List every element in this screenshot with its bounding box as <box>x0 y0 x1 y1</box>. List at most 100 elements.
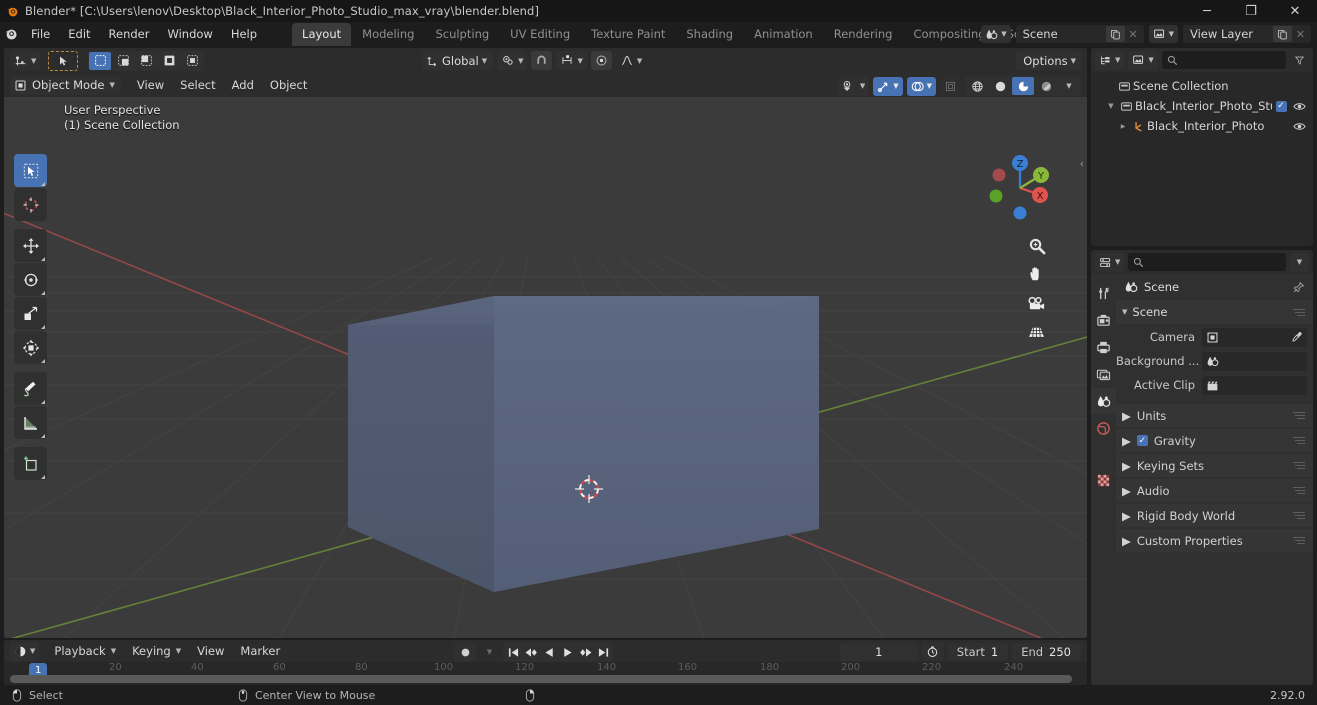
tab-rendering[interactable]: Rendering <box>824 23 903 46</box>
show-overlays-button[interactable]: ▼ <box>906 76 936 96</box>
visibility-eye-icon[interactable] <box>1290 101 1308 112</box>
transform-orientation-button[interactable]: Global ▼ <box>422 51 494 70</box>
viewport-sidebar-toggle[interactable]: ‹ <box>1080 157 1084 170</box>
maximize-button[interactable]: ❐ <box>1229 0 1273 22</box>
jump-to-end-button[interactable] <box>594 643 612 661</box>
snap-settings-button[interactable]: ▼ <box>556 51 587 70</box>
camera-view-button[interactable] <box>1025 292 1047 314</box>
outliner-row-object[interactable]: ▶ Black_Interior_Photo <box>1091 116 1313 136</box>
solid-shading-button[interactable] <box>989 77 1011 95</box>
move-tool[interactable] <box>14 229 47 262</box>
units-panel-header[interactable]: ▶ Units <box>1116 404 1313 427</box>
active-clip-field[interactable] <box>1202 375 1307 395</box>
interaction-mode-button[interactable]: Object Mode ▼ <box>10 75 121 95</box>
previous-keyframe-button[interactable] <box>522 643 540 661</box>
camera-field[interactable] <box>1202 327 1307 347</box>
tab-shading[interactable]: Shading <box>676 23 743 46</box>
outliner-tree[interactable]: Scene Collection ▼ Black_Interior_Photo_… <box>1091 72 1313 246</box>
scene-browse-button[interactable]: ▼ <box>981 25 1011 43</box>
properties-search-input[interactable] <box>1128 253 1286 271</box>
tab-tool[interactable] <box>1091 280 1116 306</box>
viewport-menu-select[interactable]: Select <box>172 75 223 95</box>
auto-keying-options-button[interactable]: ▼ <box>480 643 499 662</box>
viewlayer-name-field[interactable]: View Layer ✕ <box>1183 25 1311 43</box>
timeline-menu-keying[interactable]: Keying ▼ <box>124 641 189 661</box>
viewport-canvas[interactable]: User Perspective (1) Scene Collection Z … <box>4 97 1087 638</box>
tab-texture-paint[interactable]: Texture Paint <box>581 23 675 46</box>
outliner-search-input[interactable] <box>1161 51 1286 69</box>
select-subtract-button[interactable] <box>135 52 157 70</box>
select-set-button[interactable] <box>89 51 112 70</box>
proportional-editing-button[interactable] <box>590 51 612 70</box>
tab-modeling[interactable]: Modeling <box>352 23 424 46</box>
toggle-perspective-button[interactable] <box>1025 321 1047 343</box>
unlink-scene-icon[interactable]: ✕ <box>1125 26 1142 42</box>
scale-tool[interactable] <box>14 297 47 330</box>
pivot-point-button[interactable]: ▼ <box>497 51 528 70</box>
material-preview-shading-button[interactable] <box>1012 77 1034 95</box>
auto-keying-button[interactable] <box>454 642 476 662</box>
properties-editor-type-button[interactable]: ▼ <box>1095 252 1125 272</box>
gravity-panel-header[interactable]: ▶ ✓ Gravity <box>1116 429 1313 452</box>
outliner-row-scene-collection[interactable]: Scene Collection <box>1091 76 1313 96</box>
viewport-menu-object[interactable]: Object <box>262 75 315 95</box>
rotate-tool[interactable] <box>14 263 47 296</box>
rigid-body-world-panel-header[interactable]: ▶ Rigid Body World <box>1116 504 1313 527</box>
current-frame-field[interactable]: 1 <box>839 642 918 661</box>
new-viewlayer-icon[interactable] <box>1273 26 1292 42</box>
select-box-tool[interactable] <box>14 154 47 187</box>
menu-file[interactable]: File <box>22 24 59 44</box>
transform-tool[interactable] <box>14 331 47 364</box>
tab-texture[interactable] <box>1091 467 1116 493</box>
timeline-editor-type-button[interactable]: ▼ <box>10 641 40 661</box>
wireframe-shading-button[interactable] <box>966 77 988 95</box>
viewlayer-browse-button[interactable]: ▼ <box>1148 25 1178 43</box>
tab-animation[interactable]: Animation <box>744 23 823 46</box>
new-scene-icon[interactable] <box>1105 26 1125 42</box>
outliner-editor-type-button[interactable]: ▼ <box>1095 50 1125 70</box>
disclosure-triangle[interactable]: ▶ <box>1117 123 1129 130</box>
blender-menu-icon[interactable] <box>0 27 22 41</box>
active-tool-indicator[interactable] <box>48 50 79 71</box>
timeline-editor[interactable]: ▼ Playback ▼ Keying ▼ View Marker ▼ 1 St… <box>4 640 1087 685</box>
outliner-display-mode-button[interactable]: ▼ <box>1128 50 1158 70</box>
tab-view-layer[interactable] <box>1091 361 1116 387</box>
editor-type-button[interactable]: ▼ <box>10 51 41 70</box>
menu-render[interactable]: Render <box>100 24 159 44</box>
add-cube-tool[interactable] <box>14 447 47 480</box>
pan-view-button[interactable] <box>1025 263 1047 285</box>
view-axis-gizmo[interactable]: Z X Y <box>981 149 1059 227</box>
custom-properties-panel-header[interactable]: ▶ Custom Properties <box>1116 529 1313 552</box>
timeline-menu-view[interactable]: View <box>189 641 232 661</box>
tab-sculpting[interactable]: Sculpting <box>425 23 499 46</box>
proportional-falloff-button[interactable]: ▼ <box>616 51 646 70</box>
end-frame-field[interactable]: End 250 <box>1012 642 1081 661</box>
3d-viewport[interactable]: ▼ Global ▼ ▼ ▼ ▼ Options ▼ Object Mode ▼… <box>4 48 1087 638</box>
visibility-eye-icon[interactable] <box>1290 121 1308 132</box>
zoom-view-button[interactable] <box>1025 234 1047 256</box>
jump-to-start-button[interactable] <box>504 643 522 661</box>
menu-help[interactable]: Help <box>222 24 266 44</box>
select-intersect-button[interactable] <box>181 52 203 70</box>
tab-layout[interactable]: Layout <box>292 22 352 46</box>
outliner-row-collection[interactable]: ▼ Black_Interior_Photo_Stu ✓ <box>1091 96 1313 116</box>
next-keyframe-button[interactable] <box>576 643 594 661</box>
timeline-horizontal-scrollbar[interactable] <box>10 675 1072 683</box>
outliner-filter-button[interactable] <box>1290 51 1309 70</box>
properties-editor[interactable]: ▼ ▼ Scene ▼ Scene Camera Background ... … <box>1091 250 1313 685</box>
outliner-editor[interactable]: ▼ ▼ Scene Collection ▼ Black_Interior_Ph… <box>1091 48 1313 246</box>
viewport-menu-add[interactable]: Add <box>224 75 262 95</box>
timeline-ruler[interactable]: 20 40 60 80 100 120 140 160 180 200 220 … <box>4 662 1087 685</box>
properties-options-button[interactable]: ▼ <box>1290 252 1309 272</box>
play-reverse-button[interactable] <box>540 643 558 661</box>
cursor-tool[interactable] <box>14 188 47 221</box>
tab-scene[interactable] <box>1091 388 1116 414</box>
gravity-checkbox[interactable]: ✓ <box>1136 435 1148 446</box>
timeline-menu-playback[interactable]: Playback ▼ <box>46 641 124 661</box>
timeline-menu-marker[interactable]: Marker <box>232 641 288 661</box>
annotate-tool[interactable] <box>14 372 47 405</box>
object-visibility-button[interactable]: ▼ <box>837 76 870 96</box>
rendered-shading-button[interactable] <box>1035 77 1057 95</box>
scene-panel-header[interactable]: ▼ Scene <box>1116 300 1313 324</box>
menu-edit[interactable]: Edit <box>59 24 99 44</box>
